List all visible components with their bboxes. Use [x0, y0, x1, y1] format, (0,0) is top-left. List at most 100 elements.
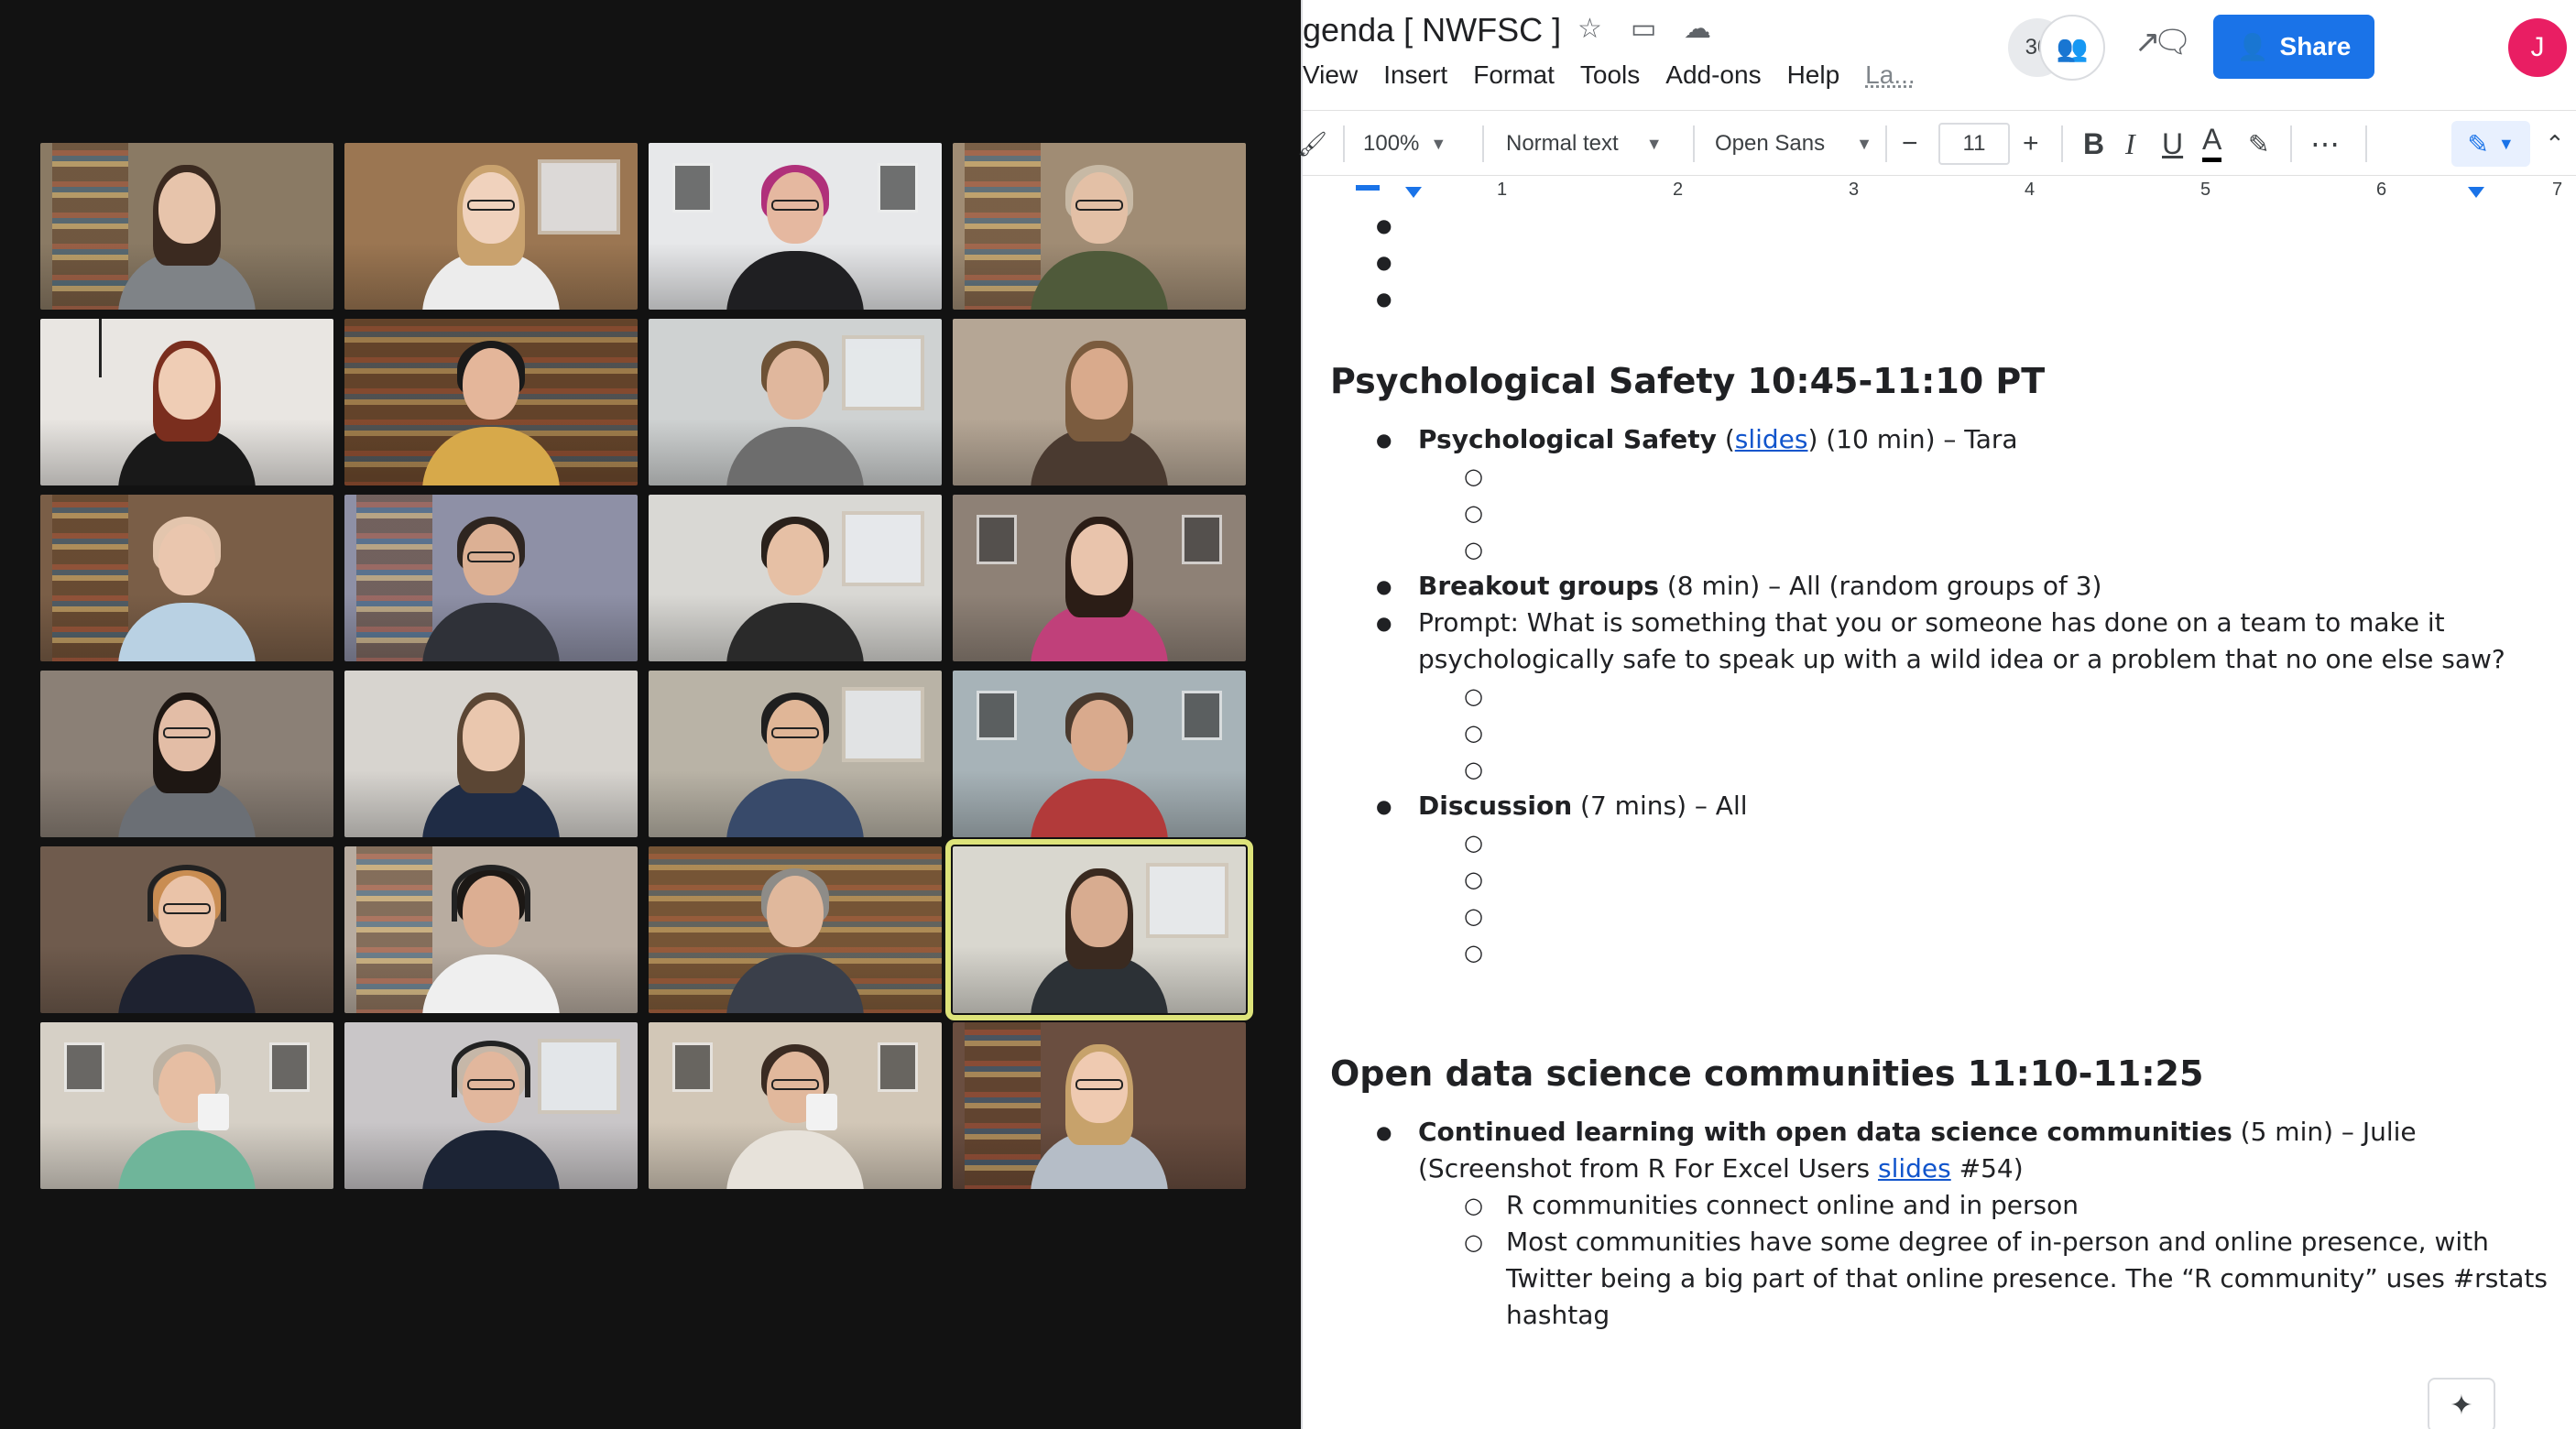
cloud-saved-icon: ☁ [1684, 14, 1711, 44]
paint-format-icon[interactable]: 🖌 [1297, 111, 1327, 177]
empty-bullet[interactable] [1330, 244, 2558, 280]
participant-face [158, 524, 215, 595]
menu-help[interactable]: Help [1787, 60, 1840, 90]
participant-video [118, 506, 256, 661]
video-tile[interactable] [40, 495, 333, 661]
more-options-button[interactable]: ⋯ [2310, 111, 2340, 177]
video-tile[interactable] [649, 1022, 942, 1189]
video-tile[interactable] [953, 1022, 1246, 1189]
paragraph-style-select[interactable]: Normal text ▼ [1506, 111, 1663, 177]
glasses-icon [467, 551, 515, 562]
font-size-input[interactable]: 11 [1938, 123, 2010, 165]
bookshelf-background [51, 143, 128, 310]
font-family-select[interactable]: Open Sans ▼ [1715, 111, 1872, 177]
video-tile[interactable] [649, 671, 942, 837]
share-label: Share [2279, 32, 2352, 60]
slides-link[interactable]: slides [1878, 1153, 1951, 1184]
empty-bullet[interactable] [1330, 280, 2558, 317]
slides-link[interactable]: slides [1735, 424, 1808, 454]
section-heading: Psychological Safety 10:45-11:10 PT [1330, 361, 2046, 401]
video-tile[interactable] [344, 1022, 638, 1189]
video-tile[interactable] [953, 143, 1246, 310]
empty-sub-bullet[interactable] [1330, 898, 2558, 934]
ruler-label: 3 [1849, 180, 1860, 200]
video-tile[interactable] [40, 319, 333, 485]
document-title[interactable]: genda [ NWFSC ] [1303, 11, 1561, 49]
video-tile[interactable] [40, 671, 333, 837]
video-tile[interactable] [953, 319, 1246, 485]
highlight-pen-icon[interactable]: ✎ [2248, 111, 2269, 177]
glasses-icon [1075, 1079, 1123, 1090]
menu-insert[interactable]: Insert [1383, 60, 1447, 90]
comment-icon[interactable]: 🗨 [2153, 24, 2192, 60]
chevron-down-icon: ▼ [1430, 134, 1447, 153]
sub-list-item[interactable]: Most communities have some degree of in-… [1330, 1224, 2558, 1334]
empty-sub-bullet[interactable] [1330, 861, 2558, 898]
menu-add-ons[interactable]: Add-ons [1665, 60, 1761, 90]
right-indent-marker[interactable] [2468, 187, 2484, 198]
bookshelf-background [51, 495, 128, 661]
empty-bullet[interactable] [1330, 207, 2558, 244]
participant-video [422, 857, 560, 1013]
ruler: 1 2 3 4 5 6 7 [1303, 176, 2576, 207]
zoom-select[interactable]: 100% ▼ [1363, 111, 1446, 177]
empty-sub-bullet[interactable] [1330, 495, 2558, 531]
italic-button[interactable]: I [2125, 111, 2135, 177]
video-tile[interactable] [344, 671, 638, 837]
explore-icon[interactable]: ✦ [2428, 1378, 2495, 1429]
document-body[interactable]: Psychological Safety 10:45-11:10 PT Psyc… [1330, 207, 2558, 1334]
menu-tools[interactable]: Tools [1580, 60, 1640, 90]
video-tile[interactable] [40, 143, 333, 310]
list-item[interactable]: Prompt: What is something that you or so… [1330, 605, 2558, 678]
list-item[interactable]: Continued learning with open data scienc… [1330, 1114, 2558, 1187]
bookshelf-background [964, 1022, 1041, 1189]
list-item[interactable]: Discussion (7 mins) – All [1330, 788, 2558, 824]
increase-font-size-button[interactable]: + [2023, 111, 2039, 177]
underline-button[interactable]: U [2162, 111, 2183, 177]
empty-sub-bullet[interactable] [1330, 714, 2558, 751]
sub-list-item[interactable]: R communities connect online and in pers… [1330, 1187, 2558, 1224]
meet-present-icon[interactable]: 👥 [2039, 15, 2105, 81]
video-tile[interactable] [649, 319, 942, 485]
text-color-button[interactable]: A [2202, 122, 2222, 162]
share-button[interactable]: 👤 Share [2213, 15, 2374, 79]
editing-mode-button[interactable]: ✎ ▼ [2451, 121, 2530, 167]
video-tile[interactable] [40, 846, 333, 1013]
empty-sub-bullet[interactable] [1330, 678, 2558, 714]
participant-face [463, 348, 519, 420]
empty-sub-bullet[interactable] [1330, 751, 2558, 788]
video-tile[interactable] [344, 143, 638, 310]
video-tile[interactable] [953, 495, 1246, 661]
video-tile[interactable] [649, 143, 942, 310]
indent-marker[interactable] [1405, 187, 1422, 198]
collapse-toolbar-icon[interactable]: ⌃ [2545, 111, 2565, 177]
left-margin-marker[interactable] [1356, 185, 1380, 191]
video-tile[interactable] [344, 319, 638, 485]
video-tile[interactable] [649, 495, 942, 661]
empty-sub-bullet[interactable] [1330, 531, 2558, 568]
video-tile[interactable] [344, 846, 638, 1013]
decrease-font-size-button[interactable]: − [1902, 111, 1918, 177]
paren-open: ( [1724, 424, 1735, 454]
move-folder-icon[interactable]: ▭ [1631, 13, 1656, 45]
participant-face [767, 524, 824, 595]
user-avatar[interactable]: J [2508, 18, 2567, 77]
empty-sub-bullet[interactable] [1330, 824, 2558, 861]
empty-sub-bullet[interactable] [1330, 934, 2558, 971]
document-page[interactable]: Psychological Safety 10:45-11:10 PT Psyc… [1303, 207, 2576, 1429]
star-icon[interactable]: ☆ [1577, 13, 1602, 45]
menu-view[interactable]: View [1303, 60, 1358, 90]
empty-sub-bullet[interactable] [1330, 458, 2558, 495]
menu-format[interactable]: Format [1473, 60, 1555, 90]
list-item[interactable]: Psychological Safety (slides) (10 min) –… [1330, 421, 2558, 458]
bold-button[interactable]: B [2083, 111, 2104, 177]
video-tile[interactable] [649, 846, 942, 1013]
video-tile[interactable] [945, 839, 1253, 1020]
wall-art-background [671, 162, 714, 213]
video-tile[interactable] [40, 1022, 333, 1189]
video-tile[interactable] [344, 495, 638, 661]
video-tile[interactable] [953, 671, 1246, 837]
list-item[interactable]: Breakout groups (8 min) – All (random gr… [1330, 568, 2558, 605]
last-edit-link[interactable]: La... [1865, 60, 1915, 90]
